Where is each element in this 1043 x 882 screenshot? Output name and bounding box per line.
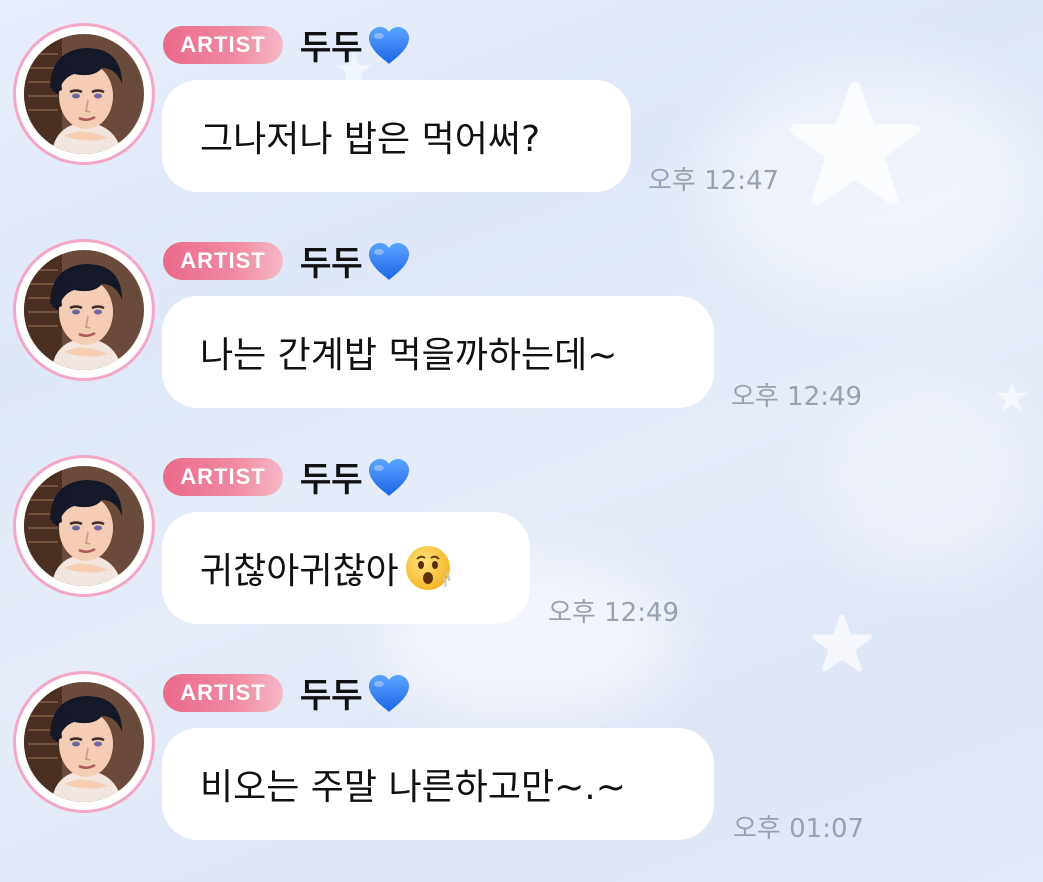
message-text: 귀찮아귀찮아	[200, 551, 399, 592]
sender-name: 두두	[300, 670, 411, 716]
sender-name: 두두	[300, 238, 411, 284]
avatar[interactable]	[16, 242, 152, 378]
chat-message: ARTIST 두두 귀찮아귀찮아 오후 12:49	[0, 432, 1043, 648]
artist-avatar-portrait-icon	[24, 682, 144, 802]
hushed-face-emoji-icon	[405, 546, 450, 590]
artist-badge: ARTIST	[163, 242, 283, 280]
message-bubble[interactable]: 나는 간계밥 먹을까하는데~	[162, 296, 714, 408]
avatar[interactable]	[16, 674, 152, 810]
message-timestamp: 오후 01:07	[733, 814, 865, 844]
artist-badge: ARTIST	[163, 458, 283, 496]
message-timestamp: 오후 12:49	[548, 598, 680, 628]
blue-heart-icon	[368, 27, 409, 64]
chat-message: ARTIST 두두 비오는 주말 나른하고만~.~ 오후 01:07	[0, 648, 1043, 864]
sender-name-text: 두두	[300, 459, 363, 500]
chat-message: ARTIST 두두 나는 간계밥 먹을까하는데~ 오후 12:49	[0, 216, 1043, 432]
heart-icon-wrap	[367, 238, 411, 282]
heart-icon-wrap	[367, 454, 411, 498]
sender-name: 두두	[300, 454, 411, 500]
artist-avatar-portrait-icon	[24, 34, 144, 154]
sender-name-text: 두두	[300, 243, 363, 284]
blue-heart-icon	[368, 675, 409, 712]
sender-name-text: 두두	[300, 675, 363, 716]
message-bubble[interactable]: 그나저나 밥은 먹어써?	[162, 80, 631, 192]
message-text: 비오는 주말 나른하고만~.~	[200, 767, 626, 808]
avatar[interactable]	[16, 26, 152, 162]
heart-icon-wrap	[367, 670, 411, 714]
emoji-slot	[399, 543, 453, 593]
message-text: 그나저나 밥은 먹어써?	[200, 119, 541, 160]
artist-badge: ARTIST	[163, 674, 283, 712]
artist-badge: ARTIST	[163, 26, 283, 64]
chat-message: ARTIST 두두 그나저나 밥은 먹어써? 오후 12:47	[0, 0, 1043, 216]
message-timestamp: 오후 12:49	[731, 382, 863, 412]
message-bubble[interactable]: 비오는 주말 나른하고만~.~	[162, 728, 714, 840]
message-timestamp: 오후 12:47	[648, 166, 780, 196]
message-bubble[interactable]: 귀찮아귀찮아	[162, 512, 530, 624]
sender-name-text: 두두	[300, 27, 363, 68]
blue-heart-icon	[368, 243, 409, 280]
artist-avatar-portrait-icon	[24, 250, 144, 370]
heart-icon-wrap	[367, 22, 411, 66]
blue-heart-icon	[368, 459, 409, 496]
message-text: 나는 간계밥 먹을까하는데~	[200, 335, 618, 376]
artist-avatar-portrait-icon	[24, 466, 144, 586]
avatar[interactable]	[16, 458, 152, 594]
sender-name: 두두	[300, 22, 411, 68]
